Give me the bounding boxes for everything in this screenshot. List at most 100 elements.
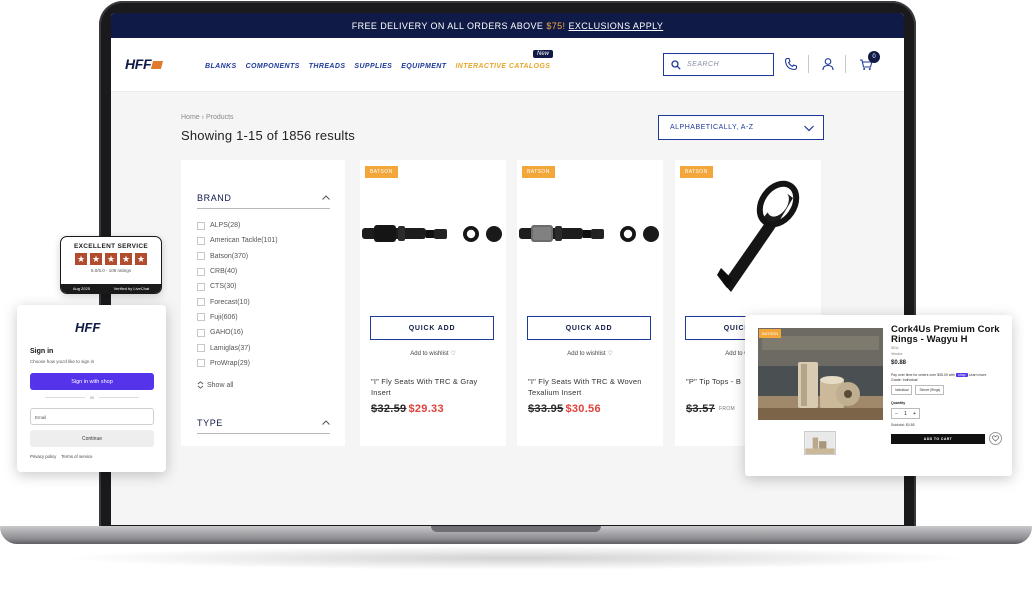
checkbox[interactable] <box>197 328 205 337</box>
brand-option[interactable]: CRB(40) <box>197 264 278 279</box>
product-card[interactable]: BATSON QUICK ADD Add to wishlist ♡ "I" F… <box>517 160 663 446</box>
nav-interactive-catalogs[interactable]: INTERACTIVE CATALOGS <box>455 63 550 70</box>
brand-option[interactable]: Fuji(606) <box>197 310 278 325</box>
sort-value: ALPHABETICALLY, A-Z <box>670 124 754 131</box>
quantity-stepper[interactable]: − 1 + <box>891 408 920 419</box>
nav-equipment[interactable]: EQUIPMENT <box>401 63 446 70</box>
variant-options: Individual Sleeve (Rings) <box>891 385 945 395</box>
brand-option[interactable]: American Tackle(101) <box>197 233 278 248</box>
brand-option[interactable]: CTS(30) <box>197 279 278 294</box>
floor-shadow <box>60 546 972 570</box>
announcement-price: $75! <box>546 20 566 31</box>
brand-label: Fuji(606) <box>210 313 238 321</box>
product-card[interactable]: BATSON QUICK ADD Add to wishlist ♡ "I" F… <box>360 160 506 446</box>
review-score: 5.0/5.0 - 109 ratings <box>90 268 132 273</box>
account-icon[interactable] <box>821 57 835 71</box>
star-icon: ★ <box>75 253 87 265</box>
nav-blanks[interactable]: BLANKS <box>205 63 237 70</box>
wishlist-button[interactable]: Add to wishlist ♡ <box>517 350 663 357</box>
variant-individual[interactable]: Individual <box>891 385 913 395</box>
site-header: HFF BLANKS COMPONENTS THREADS SUPPLIES E… <box>111 38 904 92</box>
from-label: FROM <box>719 406 735 413</box>
product-price: $0.88 <box>891 360 907 366</box>
search-input[interactable]: SEARCH <box>663 53 774 76</box>
exclusions-link[interactable]: EXCLUSIONS APPLY <box>568 21 663 31</box>
checkbox[interactable] <box>197 359 205 368</box>
brand-label: ProWrap(29) <box>210 359 250 367</box>
brand-option[interactable]: ALPS(28) <box>197 218 278 233</box>
brand-option[interactable]: ProWrap(29) <box>197 356 278 371</box>
nav-threads[interactable]: THREADS <box>309 63 346 70</box>
terms-of-service-link[interactable]: Terms of service <box>61 454 92 459</box>
heart-icon: ♡ <box>607 351 613 357</box>
quick-add-button[interactable]: QUICK ADD <box>370 316 494 340</box>
wishlist-button[interactable]: Add to wishlist ♡ <box>360 350 506 357</box>
wishlist-button[interactable] <box>989 432 1002 445</box>
checkbox[interactable] <box>197 252 205 261</box>
show-all-button[interactable]: Show all <box>197 381 233 389</box>
brand-filter-title[interactable]: BRAND <box>197 193 232 203</box>
product-name[interactable]: "I" Fly Seats With TRC & Gray Insert <box>371 376 499 398</box>
product-detail-card: BATSON Cork4Us Premium Cork Rings - Wagy… <box>745 315 1012 476</box>
brand-label: Batson(370) <box>210 252 249 260</box>
sale-price: $29.33 <box>408 403 444 415</box>
brand-option[interactable]: Batson(370) <box>197 249 278 264</box>
phone-icon[interactable] <box>784 57 798 71</box>
breadcrumb: Home › Products <box>181 114 234 121</box>
brand-option[interactable]: Lamiglas(37) <box>197 340 278 355</box>
product-image[interactable] <box>360 180 506 295</box>
star-icon: ★ <box>120 253 132 265</box>
review-widget[interactable]: EXCELLENT SERVICE ★ ★ ★ ★ ★ 5.0/5.0 - 10… <box>60 236 162 294</box>
quantity-plus-button[interactable]: + <box>913 411 916 417</box>
search-placeholder: SEARCH <box>687 61 720 68</box>
nav-components[interactable]: COMPONENTS <box>246 63 300 70</box>
continue-button[interactable]: Continue <box>30 430 154 447</box>
quantity-minus-button[interactable]: − <box>895 411 898 417</box>
checkbox[interactable] <box>197 236 205 245</box>
brand-badge: BATSON <box>759 329 782 338</box>
heart-icon <box>992 435 999 442</box>
product-image[interactable] <box>517 180 663 295</box>
chevron-up-icon[interactable] <box>322 420 330 425</box>
original-price: $3.57 <box>686 403 716 415</box>
product-thumbnail[interactable] <box>804 431 836 455</box>
breadcrumb-home[interactable]: Home <box>181 114 200 121</box>
checkbox[interactable] <box>197 267 205 276</box>
add-to-cart-button[interactable]: ADD TO CART <box>891 434 985 444</box>
sign-in-with-shop-button[interactable]: Sign in with shop <box>30 373 154 390</box>
brand-list: ALPS(28) American Tackle(101) Batson(370… <box>197 218 278 371</box>
quantity-value[interactable]: 1 <box>904 411 907 417</box>
results-count: Showing 1-15 of 1856 results <box>181 128 355 143</box>
checkbox[interactable] <box>197 313 205 322</box>
product-price: $33.95 $30.56 <box>528 403 601 415</box>
review-date: Aug 2025 <box>72 286 90 291</box>
brand-label: Lamiglas(37) <box>210 344 251 352</box>
breadcrumb-separator: › <box>201 114 204 121</box>
product-image[interactable] <box>675 180 821 295</box>
review-verified: Verified by LiveChat <box>113 286 150 291</box>
installments-text: Pay over time for orders over $35.00 wit… <box>891 373 986 377</box>
checkbox[interactable] <box>197 298 205 307</box>
star-rating: ★ ★ ★ ★ ★ <box>61 253 161 265</box>
product-name[interactable]: "I" Fly Seats With TRC & Woven Texalium … <box>528 376 656 398</box>
sort-select[interactable]: ALPHABETICALLY, A-Z <box>658 115 824 140</box>
checkbox[interactable] <box>197 282 205 291</box>
brand-option[interactable]: Forecast(10) <box>197 294 278 309</box>
original-price: $32.59 <box>371 403 407 415</box>
checkbox[interactable] <box>197 221 205 230</box>
brand-option[interactable]: GAHO(16) <box>197 325 278 340</box>
checkbox[interactable] <box>197 344 205 353</box>
learn-more-link[interactable]: Learn more <box>969 373 987 377</box>
privacy-policy-link[interactable]: Privacy policy <box>30 454 56 459</box>
email-field[interactable]: Email <box>30 408 154 425</box>
expand-icon <box>197 381 204 389</box>
variant-sleeve[interactable]: Sleeve (Rings) <box>915 385 945 395</box>
wishlist-label: Add to wishlist <box>410 351 449 357</box>
chevron-up-icon[interactable] <box>322 195 330 200</box>
quick-add-button[interactable]: QUICK ADD <box>527 316 651 340</box>
nav-supplies[interactable]: SUPPLIES <box>354 63 392 70</box>
site-logo[interactable]: HFF <box>125 56 164 72</box>
signin-card: HFF Sign in Choose how you'd like to sig… <box>17 305 166 472</box>
type-filter-title[interactable]: TYPE <box>197 418 223 428</box>
product-photo[interactable] <box>758 328 883 420</box>
